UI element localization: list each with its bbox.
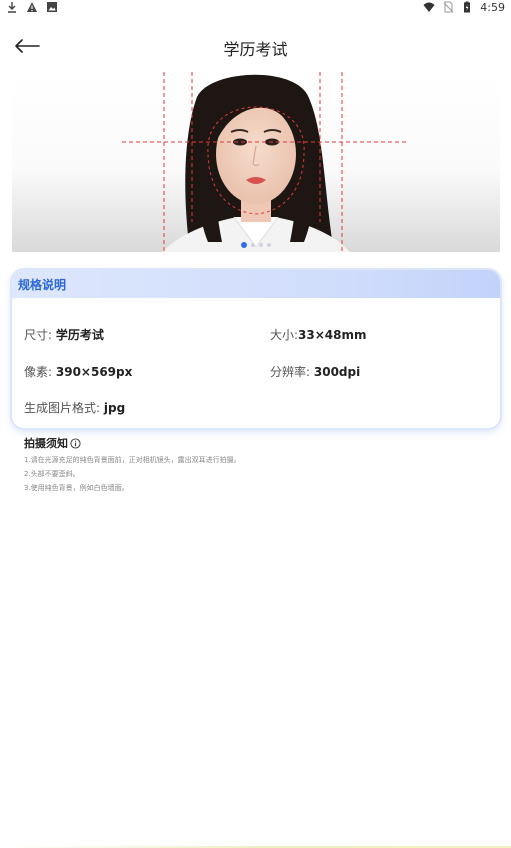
status-bar: 4:59	[0, 0, 511, 14]
spec-format-value: jpg	[103, 401, 126, 415]
spec-dims-value: 33×48mm	[298, 328, 367, 342]
no-sim-icon	[443, 1, 454, 13]
spec-title: 规格说明	[18, 277, 67, 292]
note-item: 3.使用纯色背景，例如白色墙面。	[24, 484, 129, 492]
status-right: 4:59	[423, 0, 505, 14]
spec-pixel-label: 像素:	[24, 365, 53, 379]
spec-size-value: 学历考试	[55, 328, 104, 342]
status-time: 4:59	[480, 0, 505, 14]
note-item: 1.请在光源充足的纯色背景面前，正对相机镜头，露出双耳进行拍摄。	[24, 456, 241, 464]
app-bar: 学历考试	[0, 28, 511, 64]
carousel-dots	[12, 242, 500, 248]
spec-pixel: 像素: 390×569px	[24, 363, 132, 380]
carousel-dot[interactable]	[259, 243, 263, 247]
wifi-icon	[423, 2, 435, 12]
carousel-dot[interactable]	[267, 243, 271, 247]
spec-dpi-value: 300dpi	[313, 365, 361, 379]
carousel-dot[interactable]	[241, 242, 247, 248]
spec-card: 规格说明 尺寸: 学历考试 大小:33×48mm 像素: 390×569px 分…	[12, 270, 500, 428]
spec-format: 生成图片格式: jpg	[24, 399, 125, 416]
info-icon[interactable]	[70, 437, 81, 449]
spec-dims-label: 大小:	[270, 328, 299, 342]
page-title: 学历考试	[223, 40, 288, 59]
spec-dims: 大小:33×48mm	[270, 326, 367, 343]
notes-title: 拍摄须知	[24, 435, 81, 451]
spec-header: 规格说明	[12, 270, 500, 298]
download-icon	[8, 2, 16, 13]
note-item: 2.头部不要歪斜。	[24, 470, 80, 478]
notes-title-text: 拍摄须知	[24, 437, 68, 450]
spec-size: 尺寸: 学历考试	[24, 326, 104, 343]
carousel-dot[interactable]	[251, 243, 255, 247]
spec-format-label: 生成图片格式:	[24, 401, 101, 415]
spec-pixel-value: 390×569px	[55, 365, 133, 379]
spec-dpi: 分辨率: 300dpi	[270, 363, 360, 380]
status-left	[6, 0, 58, 14]
portrait-photo	[12, 72, 500, 252]
image-icon	[47, 2, 57, 12]
spec-dpi-label: 分辨率:	[270, 365, 311, 379]
warning-icon	[27, 2, 37, 12]
banner-carousel[interactable]	[12, 72, 500, 252]
battery-icon	[464, 1, 471, 13]
spec-size-label: 尺寸:	[24, 328, 53, 342]
